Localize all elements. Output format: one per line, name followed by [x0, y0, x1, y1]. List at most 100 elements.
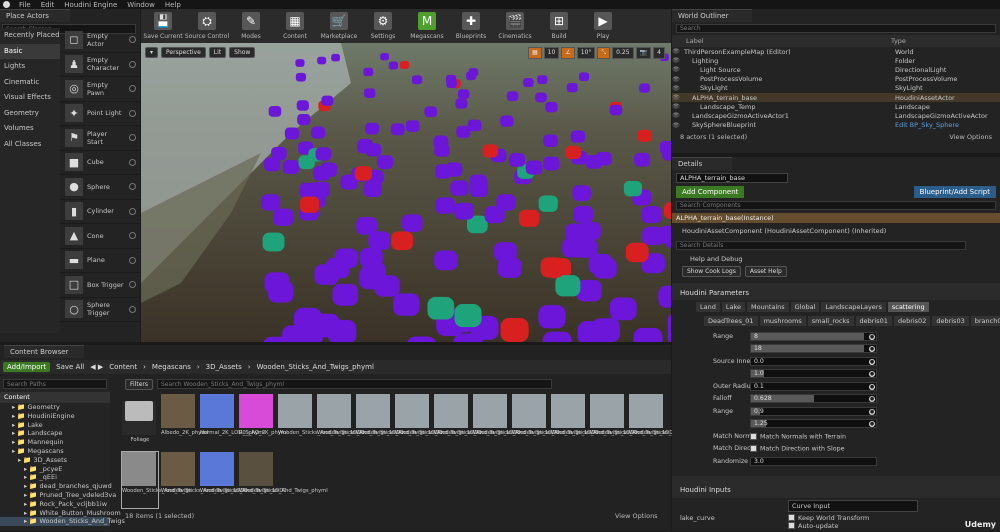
- save-all-button[interactable]: Save All: [56, 363, 84, 371]
- menu-edit[interactable]: Edit: [36, 1, 60, 9]
- col-type[interactable]: Type: [891, 37, 906, 45]
- outliner-row[interactable]: 👁 Landscape_Temp Landscape: [672, 102, 1000, 111]
- reset-icon[interactable]: ●: [869, 408, 875, 415]
- outliner-row[interactable]: 👁 SkyLight SkyLight: [672, 84, 1000, 93]
- scatter-subtab[interactable]: mushrooms: [759, 316, 806, 326]
- asset-tile[interactable]: Albedo_2K_phyml: [161, 394, 208, 450]
- outliner-row[interactable]: 👁 PostProcessVolume PostProcessVolume: [672, 75, 1000, 84]
- asset-tile[interactable]: Foliage: [122, 394, 158, 450]
- folder-tree-item[interactable]: ▸ 📁 Landscape: [0, 429, 110, 438]
- show-cook-logs-button[interactable]: Show Cook Logs: [682, 266, 741, 277]
- info-icon[interactable]: [129, 60, 136, 68]
- outliner-row[interactable]: 👁 Light Source DirectionalLight: [672, 65, 1000, 74]
- asset-tile[interactable]: Wooden_Sticks_And_Twigs_LOD0: [161, 452, 248, 508]
- info-icon[interactable]: [129, 183, 136, 191]
- info-icon[interactable]: [129, 232, 136, 240]
- visibility-eye-icon[interactable]: 👁: [672, 85, 680, 92]
- toolbar-save-current-button[interactable]: 💾 Save Current: [141, 9, 185, 43]
- rotate-snap-value[interactable]: 10°: [576, 47, 596, 59]
- asset-tile[interactable]: Wooden_Sticks_And_Twigs_LOD0: [590, 394, 677, 450]
- scatter-subtab[interactable]: small_rocks: [807, 316, 854, 326]
- menu-window[interactable]: Window: [122, 1, 160, 9]
- folder-tree-item[interactable]: ▸ 📁 3D_Assets: [0, 456, 110, 465]
- auto-update-checkbox[interactable]: [788, 522, 795, 529]
- asset-tile[interactable]: Wooden_Sticks_And_Twigs_LOD0: [317, 394, 404, 450]
- asset-tile[interactable]: Wooden_Sticks_And_Twigs_LOD0: [395, 394, 482, 450]
- search-paths-input[interactable]: Search Paths: [3, 379, 107, 389]
- category-cinematic[interactable]: Cinematic: [0, 75, 60, 91]
- place-actor-item[interactable]: ◻ Empty Actor: [61, 28, 140, 53]
- place-actor-item[interactable]: □ Box Trigger: [61, 273, 140, 298]
- param-field[interactable]: 18 ●: [750, 344, 877, 354]
- match-normals-checkbox[interactable]: [750, 432, 757, 440]
- category-basic[interactable]: Basic: [0, 43, 60, 59]
- level-viewport[interactable]: ▾ Perspective Lit Show ▦ 10 ∠ 10° ⤡ 0.25…: [141, 43, 671, 342]
- visibility-eye-icon[interactable]: 👁: [672, 76, 680, 83]
- camera-speed-value[interactable]: 4: [653, 47, 665, 59]
- scale-snap-icon[interactable]: ⤡: [597, 47, 611, 59]
- outliner-row[interactable]: 👁 ALPHA_terrain_base HoudiniAssetActor: [672, 92, 1000, 103]
- visibility-eye-icon[interactable]: 👁: [672, 57, 680, 64]
- toolbar-cinematics-button[interactable]: 🎬 Cinematics: [493, 9, 537, 43]
- outliner-row[interactable]: 👁 SkySphereBlueprint Edit BP_Sky_Sphere: [672, 121, 1000, 130]
- scatter-subtab[interactable]: debris03: [932, 316, 969, 326]
- asset-tile[interactable]: Wooden_Sticks_And_Twigs_LOD0: [200, 452, 287, 508]
- asset-tile[interactable]: Wooden_Sticks_And_Twigs_phyml: [239, 452, 328, 508]
- nav-back-icon[interactable]: ◀ ▶: [90, 363, 103, 371]
- breadcrumb-folder[interactable]: Wooden_Sticks_And_Twigs_phyml: [257, 363, 374, 371]
- info-icon[interactable]: [129, 305, 136, 313]
- scatter-subtab[interactable]: debris02: [893, 316, 931, 326]
- param-field[interactable]: 0.628 ●: [750, 394, 877, 404]
- camera-speed-icon[interactable]: 📷: [635, 47, 651, 59]
- actor-name-field[interactable]: ALPHA_terrain_base: [676, 173, 788, 183]
- scatter-subtab[interactable]: branch01: [970, 316, 1000, 326]
- category-visual-effects[interactable]: Visual Effects: [0, 90, 60, 106]
- folder-tree-item[interactable]: ▸ 📁 Rock_Pack_vcljbb1iw: [0, 500, 110, 509]
- cb-view-options[interactable]: View Options: [615, 512, 658, 520]
- asset-tile[interactable]: Normal_2K_LOD0_phyml: [200, 394, 265, 450]
- place-actor-item[interactable]: ▬ Plane: [61, 249, 140, 273]
- info-icon[interactable]: [129, 281, 136, 289]
- info-icon[interactable]: [129, 256, 136, 264]
- place-actor-item[interactable]: ◎ Empty Pawn: [61, 77, 140, 102]
- param-field[interactable]: 0.1 ●: [750, 381, 877, 391]
- curve-input-select[interactable]: Curve Input: [788, 499, 918, 512]
- menu-file[interactable]: File: [14, 1, 36, 9]
- folder-tree-item[interactable]: ▸ 📁 White_Button_Mushroom: [0, 509, 121, 518]
- visibility-eye-icon[interactable]: 👁: [672, 48, 680, 55]
- keep-world-checkbox[interactable]: [788, 514, 795, 521]
- folder-tree-item[interactable]: ▸ 📁 Mannequin: [0, 438, 110, 447]
- grid-snap-value[interactable]: 10: [543, 47, 560, 59]
- param-field[interactable]: 1.0 ●: [750, 369, 877, 379]
- reset-icon[interactable]: ●: [869, 396, 875, 403]
- perspective-button[interactable]: Perspective: [161, 47, 206, 58]
- asset-tile[interactable]: Wooden_Sticks_And_Twigs_LOD0: [473, 394, 560, 450]
- folder-tree-item[interactable]: ▸ 📁 HoudiniEngine: [0, 412, 110, 421]
- folder-tree-item[interactable]: ▸ 📁 Lake: [0, 421, 110, 430]
- asset-tile[interactable]: R_S_AO_2K_phyml: [239, 394, 288, 450]
- menu-help[interactable]: Help: [160, 1, 186, 9]
- randomize-up-field[interactable]: 3.0: [750, 456, 877, 466]
- toolbar-source-control-button[interactable]: ⛭ Source Control: [185, 9, 229, 43]
- scatter-subtab[interactable]: debris01: [855, 316, 892, 326]
- outliner-view-options[interactable]: View Options: [949, 133, 992, 141]
- folder-tree-item[interactable]: ▸ 📁 _pcyeE: [0, 465, 110, 474]
- grid-snap-icon[interactable]: ▦: [528, 47, 542, 59]
- tab-place-actors[interactable]: Place Actors: [0, 9, 70, 22]
- col-label[interactable]: Label: [676, 37, 891, 45]
- category-geometry[interactable]: Geometry: [0, 106, 60, 122]
- tab-content-browser[interactable]: Content Browser: [4, 345, 84, 358]
- toolbar-modes-button[interactable]: ✎ Modes: [229, 9, 273, 43]
- match-direction-checkbox[interactable]: [750, 445, 757, 452]
- param-field[interactable]: 8 ●: [750, 331, 877, 341]
- asset-tile[interactable]: Wooden_Sticks_And_Twigs_LOD0: [356, 394, 443, 450]
- place-actor-item[interactable]: ○ Sphere Trigger: [61, 298, 140, 322]
- add-import-button[interactable]: Add/Import: [3, 362, 51, 372]
- place-actor-item[interactable]: ⚑ Player Start: [61, 126, 140, 151]
- toolbar-settings-button[interactable]: ⚙ Settings: [361, 9, 405, 43]
- asset-tile[interactable]: Wooden_Sticks_And_Twigs_LOD0: [434, 394, 521, 450]
- folder-tree-item[interactable]: ▸ 📁 Pruned_Tree_vdeled3va: [0, 491, 116, 500]
- tab-world-outliner[interactable]: World Outliner: [672, 9, 752, 22]
- visibility-eye-icon[interactable]: 👁: [672, 94, 680, 101]
- folder-tree-item[interactable]: ▸ 📁 Megascans: [0, 447, 110, 456]
